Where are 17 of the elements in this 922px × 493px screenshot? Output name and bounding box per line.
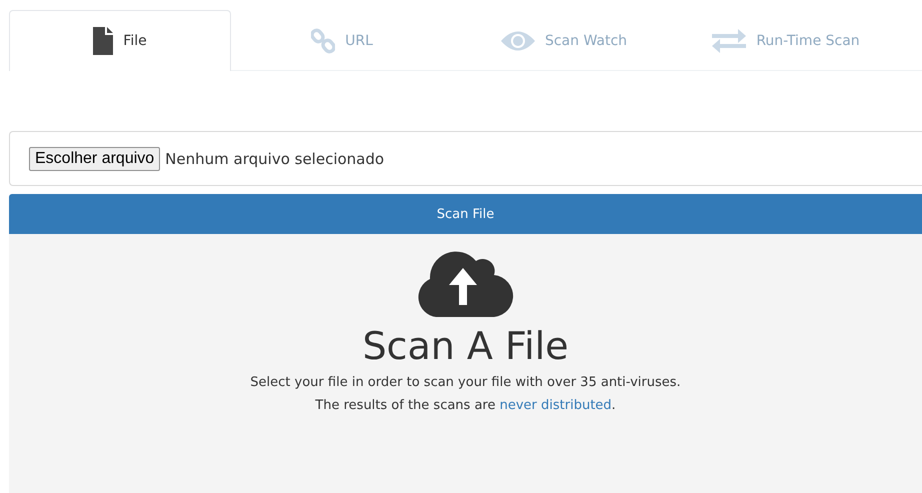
panel-title: Scan A File [362, 323, 569, 370]
tab[interactable]: URL [231, 10, 453, 70]
file-status-text: Nenhum arquivo selecionado [165, 150, 384, 168]
document-icon [93, 27, 114, 55]
privacy-note: The results of the scans are never distributed. [315, 397, 616, 415]
cloud-upload-icon [416, 249, 516, 317]
tab[interactable]: File [9, 10, 231, 71]
never-distributed-link[interactable]: never distributed [500, 398, 612, 413]
scan-file-button[interactable]: Scan File [9, 194, 922, 234]
tab[interactable]: Run-Time Scan [675, 10, 897, 70]
eye-icon [500, 30, 535, 52]
file-input-field[interactable]: Escolher arquivo Nenhum arquivo selecionado [9, 131, 922, 186]
choose-file-button[interactable]: Escolher arquivo [29, 146, 160, 170]
swap-arrows-icon [712, 28, 746, 54]
description-text: Select your file in order to scan your file with over 35 anti-viruses. [250, 374, 681, 392]
tab[interactable]: Scan Watch [453, 10, 675, 70]
chain-link-icon [311, 28, 336, 54]
